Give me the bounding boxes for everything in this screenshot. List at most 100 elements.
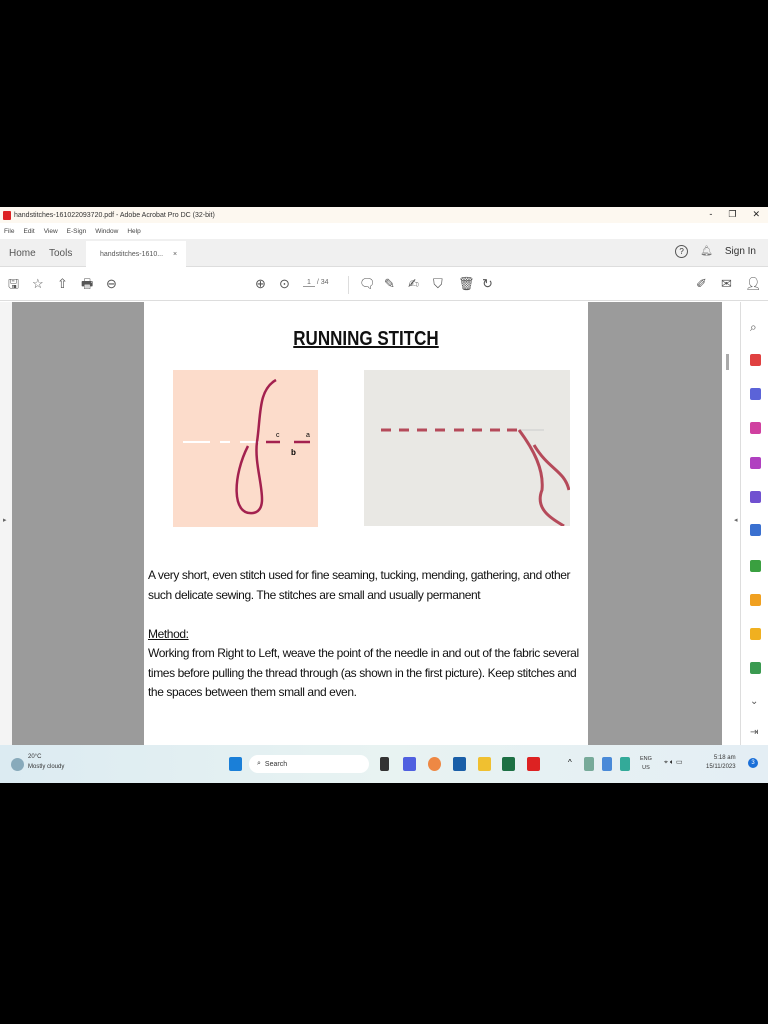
label-b: b — [291, 448, 296, 457]
edit-pdf-icon[interactable] — [750, 457, 761, 469]
running-stitch-photo — [364, 370, 570, 526]
page-current-input[interactable]: 1 — [303, 279, 315, 287]
menu-window[interactable]: Window — [95, 228, 118, 235]
help-icon[interactable]: ? — [675, 245, 689, 258]
tools-panel: ⌕ ⌄ ⇥ — [740, 302, 768, 745]
search-icon[interactable]: ⌕ — [750, 320, 761, 334]
scrollbar-thumb[interactable] — [726, 354, 729, 370]
highlight-pen-icon[interactable]: ✎ — [384, 277, 395, 291]
combine-files-icon[interactable] — [750, 662, 761, 674]
tray-app-icon[interactable] — [584, 757, 594, 771]
method-heading: Method: — [148, 627, 189, 641]
acrobat-window: handstitches-161022093720.pdf - Adobe Ac… — [0, 207, 768, 783]
page-title: RUNNING STITCH — [293, 328, 439, 350]
expand-tools-icon[interactable]: ⌄ — [750, 696, 761, 708]
save-icon[interactable]: 🖫 — [8, 277, 19, 291]
method-paragraph: Working from Right to Left, weave the po… — [148, 646, 579, 699]
teams-icon[interactable] — [403, 757, 416, 771]
delete-icon[interactable]: 🗑︎ — [458, 277, 475, 291]
sign-icon[interactable]: ✍︎ — [408, 277, 419, 291]
time: 5:18 am — [713, 755, 736, 761]
left-panel-toggle[interactable]: ▸ — [0, 302, 12, 745]
chrome-icon[interactable] — [428, 757, 441, 771]
network-volume-battery-icons[interactable]: ⌖ 🔈︎ ▭ — [664, 758, 683, 767]
acrobat-taskbar-icon[interactable] — [527, 757, 540, 771]
taskbar-search[interactable]: ⌕ Search — [249, 755, 369, 773]
lang-label: ENG — [640, 756, 652, 762]
toolbar-divider — [348, 276, 349, 294]
description-paragraph: A very short, even stitch used for fine … — [148, 568, 571, 602]
window-title: handstitches-161022093720.pdf - Adobe Ac… — [14, 211, 215, 219]
create-pdf-icon[interactable] — [750, 354, 761, 366]
close-button[interactable]: ✕ — [752, 209, 760, 220]
language-indicator[interactable]: ENG US — [640, 755, 652, 773]
label-c: c — [276, 432, 280, 439]
excel-icon[interactable] — [502, 757, 515, 771]
page-total: / 34 — [316, 279, 329, 286]
tray-app-icon-3[interactable] — [620, 757, 630, 771]
minimize-button[interactable]: - — [709, 209, 712, 220]
page-number[interactable]: 1 / 34 — [303, 279, 329, 287]
email-icon[interactable]: ✉ — [721, 277, 732, 291]
task-view-icon[interactable] — [380, 757, 389, 771]
export-pdf-icon[interactable] — [750, 388, 761, 400]
taskbar: 20°C Mostly cloudy ⌕ Search ^ ENG US ⌖ 🔈︎ … — [0, 745, 768, 783]
comment-icon[interactable]: 🗨︎ — [359, 277, 376, 291]
tray-app-icon-2[interactable] — [602, 757, 612, 771]
maximize-button[interactable]: ❐ — [728, 209, 736, 220]
menu-bar: File Edit View E-Sign Window Help — [0, 224, 141, 238]
start-icon[interactable] — [229, 757, 242, 771]
menu-esign[interactable]: E-Sign — [67, 228, 87, 235]
date: 15/11/2023 — [706, 764, 736, 770]
close-tab-icon[interactable]: × — [173, 251, 177, 258]
weather-widget[interactable]: 20°C Mostly cloudy — [11, 752, 64, 772]
compress-pdf-icon[interactable] — [750, 560, 761, 572]
region-label: US — [642, 765, 650, 771]
weather-temp: 20°C — [28, 754, 42, 760]
collapse-panel-icon[interactable]: ⇥ — [750, 727, 761, 739]
running-stitch-diagram: c a b — [173, 370, 318, 527]
stamp-icon[interactable]: ⛉ — [433, 277, 443, 291]
previous-page-icon[interactable]: ⊕ — [255, 277, 266, 291]
document-tab-label: handstitches-1610... — [100, 251, 164, 258]
send-for-signature-icon[interactable] — [750, 524, 761, 536]
vertical-scrollbar[interactable]: ◂ — [722, 302, 740, 745]
menu-help[interactable]: Help — [127, 228, 140, 235]
rotate-icon[interactable]: ↻ — [482, 277, 493, 291]
right-panel-toggle[interactable]: ◂ — [734, 516, 738, 524]
title-bar: handstitches-161022093720.pdf - Adobe Ac… — [0, 207, 768, 223]
tab-home[interactable]: Home — [9, 239, 36, 267]
zoom-out-icon[interactable]: ⊖ — [106, 277, 117, 291]
store-icon[interactable] — [453, 757, 466, 771]
menu-edit[interactable]: Edit — [23, 228, 34, 235]
menu-file[interactable]: File — [4, 228, 14, 235]
pdf-page: RUNNING STITCH c a b A very short, even … — [144, 302, 588, 745]
next-page-icon[interactable]: ⊙ — [279, 277, 290, 291]
tab-bar: Home Tools handstitches-1610... × ? 🔔︎ S… — [0, 239, 768, 268]
share-user-icon[interactable]: 👤︎ — [745, 277, 762, 291]
comment-tool-icon[interactable] — [750, 628, 761, 640]
sign-in-button[interactable]: Sign In — [725, 246, 756, 257]
show-hidden-icons[interactable]: ^ — [568, 758, 572, 767]
star-icon[interactable]: ☆ — [32, 277, 44, 291]
search-glass-icon: ⌕ — [257, 760, 261, 767]
tab-tools[interactable]: Tools — [49, 239, 72, 267]
toolbar: 🖫 ☆ ⇧ 🖶 ⊖ ⊕ ⊙ 1 / 34 🗨︎ ✎ ✍︎ ⛉ 🗑︎ ↻ ✐ ✉ … — [0, 268, 768, 301]
upload-icon[interactable]: ⇧ — [57, 277, 68, 291]
organize-pages-icon[interactable] — [750, 422, 761, 434]
cloud-icon — [11, 758, 24, 771]
bell-icon[interactable]: 🔔︎ — [700, 246, 713, 257]
notification-badge[interactable]: 3 — [748, 758, 758, 768]
tab-document[interactable]: handstitches-1610... × — [86, 241, 186, 268]
fill-sign-icon[interactable] — [750, 491, 761, 503]
document-viewer[interactable]: RUNNING STITCH c a b A very short, even … — [0, 302, 740, 745]
print-icon[interactable]: 🖶 — [81, 277, 93, 291]
protect-icon[interactable] — [750, 594, 761, 606]
menu-view[interactable]: View — [44, 228, 58, 235]
search-label: Search — [264, 760, 288, 768]
link-icon[interactable]: ✐ — [696, 277, 707, 291]
acrobat-app-icon — [3, 210, 11, 220]
clock[interactable]: 5:18 am 15/11/2023 — [706, 754, 736, 772]
file-explorer-icon[interactable] — [478, 757, 491, 771]
label-a: a — [306, 432, 310, 439]
